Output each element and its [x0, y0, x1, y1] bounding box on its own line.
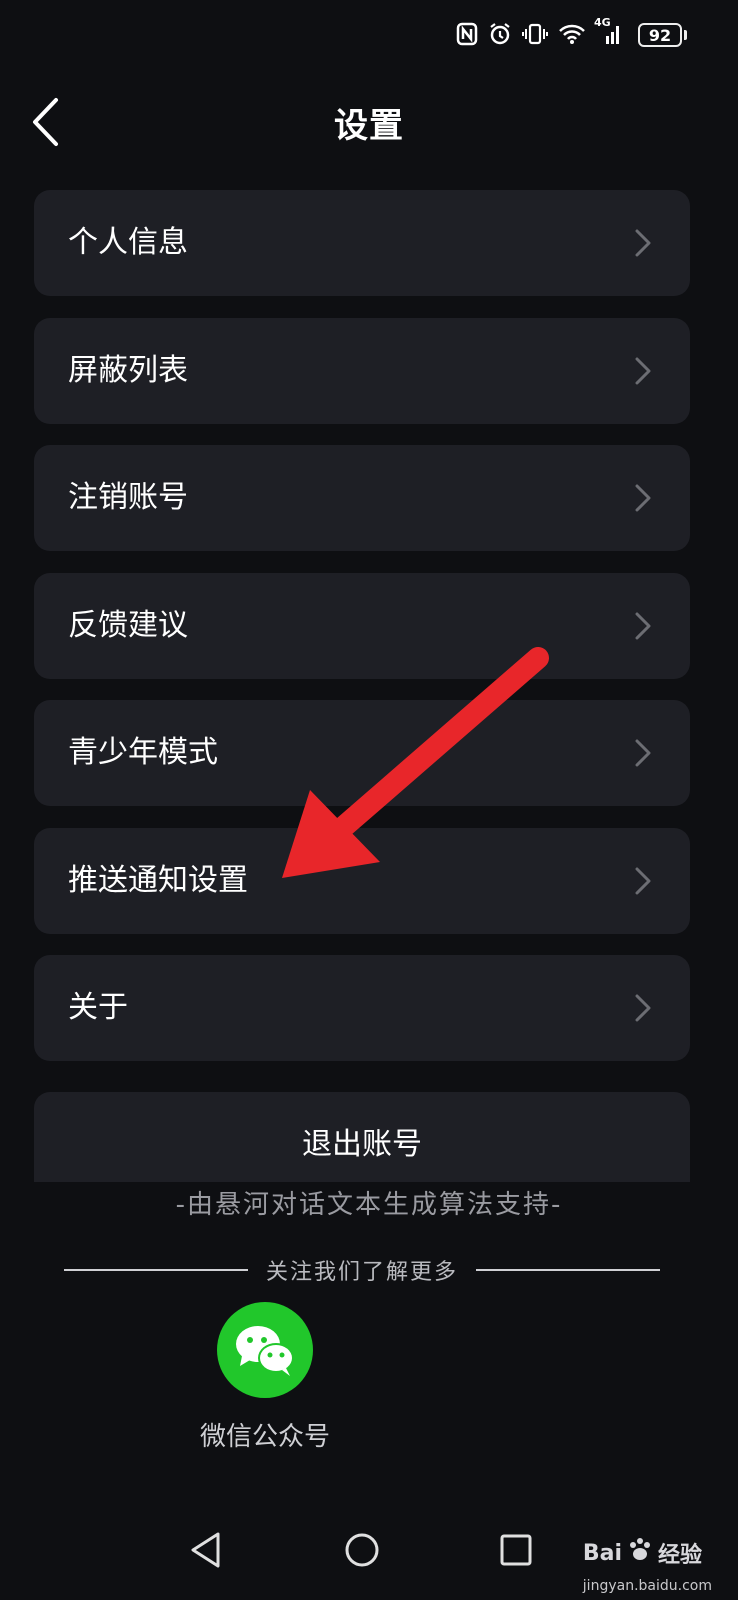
menu-item-label: 个人信息: [68, 225, 188, 260]
menu-item-block-list[interactable]: 屏蔽列表: [34, 317, 690, 424]
menu-item-about[interactable]: 关于: [34, 955, 690, 1061]
baidu-watermark: Bai 经验: [583, 1536, 702, 1570]
chevron-right-icon: [634, 228, 652, 262]
menu-item-delete-account[interactable]: 注销账号: [34, 445, 690, 551]
battery-indicator: 92: [638, 23, 687, 47]
alarm-icon: [488, 22, 512, 46]
watermark-brand-suffix: 经验: [657, 1543, 702, 1568]
menu-item-label: 反馈建议: [68, 607, 188, 643]
page-title: 设置: [334, 106, 404, 146]
nav-home-icon[interactable]: [343, 1530, 381, 1574]
logout-button[interactable]: 退出账号: [34, 1092, 690, 1182]
menu-item-label: 注销账号: [68, 480, 188, 515]
menu-item-label: 关于: [68, 990, 128, 1025]
follow-text: 关注我们了解更多: [266, 1260, 459, 1285]
header: 设置: [0, 86, 738, 156]
divider-line: [476, 1269, 661, 1271]
nav-back-icon[interactable]: [188, 1530, 224, 1574]
chevron-right-icon: [634, 483, 652, 517]
annotation-arrow: [282, 647, 549, 878]
nfc-icon: [456, 22, 478, 46]
watermark-brand: Bai: [582, 1540, 622, 1566]
status-icons: 4G: [456, 16, 622, 46]
menu-item-label: 青少年模式: [68, 735, 218, 770]
chevron-right-icon: [634, 738, 652, 772]
signal-icon: 4G: [594, 16, 622, 46]
nav-recents-icon[interactable]: [498, 1530, 534, 1574]
menu-item-label: 推送通知设置: [68, 862, 248, 898]
vibrate-icon: [522, 22, 548, 46]
menu-item-label: 屏蔽列表: [68, 352, 188, 388]
menu-item-personal-info[interactable]: 个人信息: [34, 190, 690, 296]
chevron-right-icon: [634, 611, 652, 645]
algorithm-note: -由悬河对话文本生成算法支持-: [175, 1190, 563, 1220]
watermark-url: jingyan.baidu.com: [582, 1578, 712, 1594]
paw-icon: [626, 1536, 654, 1570]
follow-divider: 关注我们了解更多: [64, 1252, 661, 1288]
chevron-right-icon: [634, 356, 652, 390]
network-type: 4G: [594, 16, 611, 29]
wechat-official-account-button[interactable]: 微信公众号: [195, 1302, 335, 1453]
chevron-right-icon: [634, 866, 652, 900]
status-bar: 4G 92: [0, 0, 738, 70]
wifi-icon: [558, 23, 586, 45]
chevron-right-icon: [634, 993, 652, 1027]
divider-line: [64, 1269, 248, 1271]
wechat-icon: [217, 1302, 313, 1398]
settings-menu: 个人信息 屏蔽列表 注销账号 反馈建议 青少年模式 推送通知设置 关于: [34, 190, 690, 1083]
wechat-label: 微信公众号: [199, 1422, 330, 1452]
battery-tip: [684, 30, 687, 40]
battery-level: 92: [638, 23, 682, 47]
